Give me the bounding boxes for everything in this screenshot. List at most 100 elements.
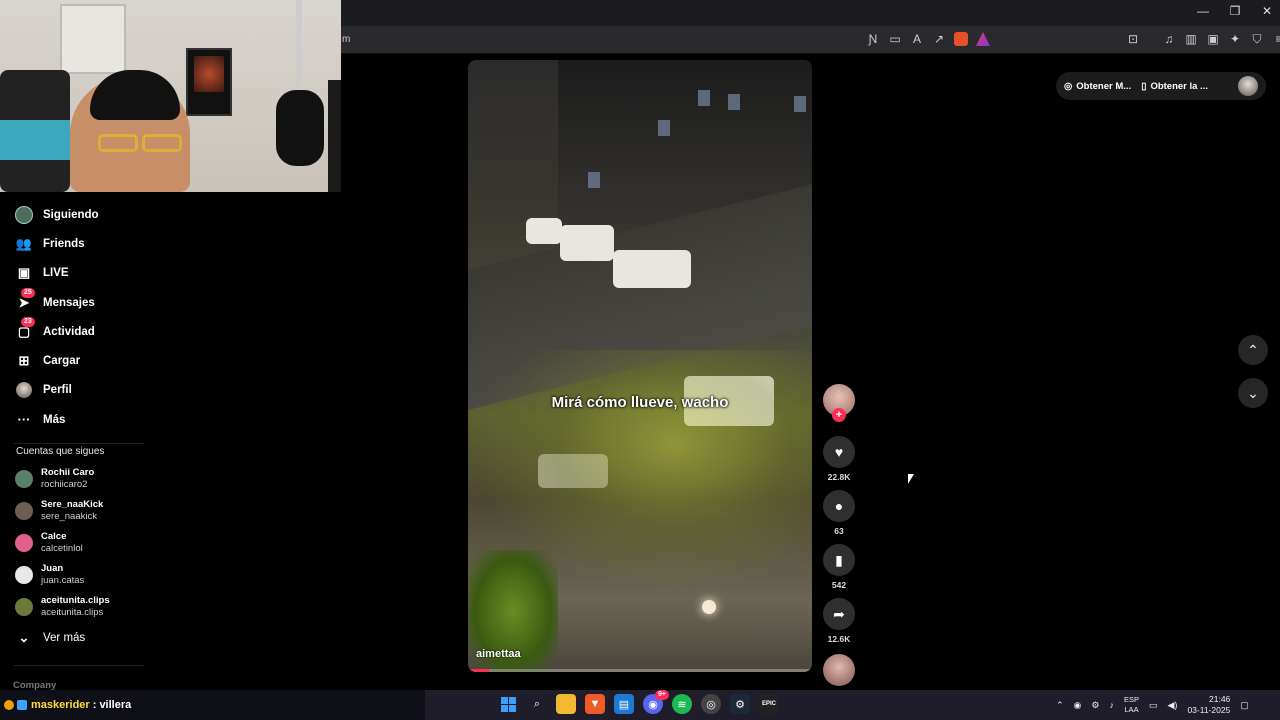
video-author[interactable]: aimettaa <box>476 648 521 660</box>
tab-search-icon[interactable]: ⊡ <box>1126 32 1140 46</box>
sidebar-toggle-icon[interactable]: ▥ <box>1184 32 1198 46</box>
start-icon[interactable] <box>498 694 518 714</box>
music-disc-avatar[interactable] <box>823 654 855 686</box>
wall-poster <box>186 48 232 116</box>
top-actions-pill: ◎ Obtener M... ▯ Obtener la ... <box>1056 72 1266 100</box>
address-bar[interactable]: m <box>342 34 350 45</box>
close-button[interactable]: ✕ <box>1260 4 1274 18</box>
comment-button[interactable]: ● <box>823 490 855 522</box>
see-more-button[interactable]: ⌄ Ver más <box>0 623 170 652</box>
sidebar-item-perfil[interactable]: Perfil <box>0 376 170 405</box>
video-player[interactable]: Mirá cómo llueve, wacho aimettaa <box>468 60 812 672</box>
volume-icon[interactable]: ◀) <box>1168 700 1178 711</box>
account-name: Calce <box>41 531 67 543</box>
minimize-button[interactable]: — <box>1196 4 1210 18</box>
profile-avatar[interactable] <box>1238 76 1258 96</box>
monitor-edge <box>328 80 341 192</box>
following-account[interactable]: Calce calcetinlol <box>0 527 170 559</box>
avatar <box>15 502 33 521</box>
cast-icon[interactable]: ▭ <box>888 32 902 46</box>
video-progress-fill <box>468 669 489 672</box>
like-button[interactable]: ♥ <box>823 436 855 468</box>
photos-icon[interactable]: ▤ <box>614 694 634 714</box>
sidebar-item-live[interactable]: ▣ LIVE <box>0 259 170 288</box>
discord-tray-icon[interactable]: ◉ <box>1074 700 1082 711</box>
spotify-icon[interactable]: ≋ <box>672 694 692 714</box>
video-progress-bar[interactable] <box>468 669 812 672</box>
previous-video-button[interactable]: ⌃ <box>1238 335 1268 365</box>
epic-icon[interactable]: EPIC <box>759 694 779 714</box>
translate-icon[interactable]: A <box>910 32 924 46</box>
mic-icon[interactable]: ♪ <box>1109 700 1114 710</box>
sidebar-item-siguiendo[interactable]: Siguiendo <box>0 200 170 229</box>
chrome-icon[interactable]: ◎ <box>701 694 721 714</box>
search-icon[interactable]: ⌕ <box>527 694 547 714</box>
wallet-icon[interactable]: ▣ <box>1206 32 1220 46</box>
sidebar-item-cargar[interactable]: ⊞ Cargar <box>0 346 170 375</box>
maximize-button[interactable]: ❐ <box>1228 4 1242 18</box>
get-coins-button[interactable]: ◎ Obtener M... <box>1064 81 1131 92</box>
webcam-overlay <box>0 0 341 192</box>
share-arrow-icon: ➦ <box>833 605 845 622</box>
sidebar-item-label: Mensajes <box>43 296 95 309</box>
account-name: Rochii Caro <box>41 467 95 479</box>
steam-icon[interactable]: ⚙ <box>730 694 750 714</box>
discord-icon[interactable]: ◉ 9+ <box>643 690 669 714</box>
upload-icon: ⊞ <box>18 353 30 369</box>
share-button[interactable]: ➦ <box>823 598 855 630</box>
save-button[interactable]: ▮ <box>823 544 855 576</box>
clock-time: 21:46 <box>1209 694 1231 704</box>
notification-icon[interactable]: ▢ <box>1240 700 1249 711</box>
tray-overflow-icon[interactable]: ⌃ <box>1056 700 1064 711</box>
media-icon[interactable]: ♫ <box>1162 32 1176 46</box>
video-car <box>613 250 691 288</box>
see-more-label: Ver más <box>43 632 86 645</box>
heart-icon: ♥ <box>834 444 844 460</box>
sidebar-item-mas[interactable]: ··· Más <box>0 405 170 434</box>
sidebar-item-mensajes[interactable]: ➤ 25 Mensajes <box>0 287 170 317</box>
page-toolbar: Ɲ ▭ A ↗ <box>866 32 990 46</box>
steam-tray-icon[interactable]: ⚙ <box>1091 700 1099 711</box>
more-icon: ··· <box>17 412 31 428</box>
clock[interactable]: 21:46 03-11-2025 <box>1187 694 1230 716</box>
comment-count: 63 <box>834 526 844 536</box>
badge-icon <box>4 700 14 710</box>
following-section-title: Cuentas que sigues <box>16 446 105 458</box>
sidebar-item-label: Siguiendo <box>43 208 99 221</box>
sidebar-item-label: Más <box>43 413 66 426</box>
share-icon[interactable]: ↗ <box>932 32 946 46</box>
following-account[interactable]: aceitunita.clips aceitunita.clips <box>0 591 170 623</box>
account-handle: rochiicaro2 <box>41 479 88 491</box>
creator-avatar[interactable]: + <box>823 384 855 422</box>
chevron-down-icon: ⌄ <box>1247 384 1259 401</box>
divider <box>14 443 144 444</box>
messages-badge: 25 <box>21 287 35 298</box>
vpn-shield-icon[interactable]: ⛉ <box>1250 32 1264 46</box>
account-name: Juan <box>41 563 64 575</box>
reader-icon[interactable]: Ɲ <box>866 32 880 46</box>
account-name: aceitunita.clips <box>41 595 110 607</box>
account-handle: calcetinlol <box>41 543 83 555</box>
explorer-icon[interactable] <box>556 694 576 714</box>
video-car <box>526 218 562 244</box>
keyboard-layout: LAA <box>1124 705 1139 714</box>
video-streetlamp <box>702 600 716 614</box>
account-handle: juan.catas <box>41 575 85 587</box>
stream-chat-overlay: maskerider : villera <box>0 690 425 720</box>
sidebar-item-actividad[interactable]: ▢ 23 Actividad <box>0 316 170 346</box>
brave-rewards-icon[interactable] <box>976 32 990 46</box>
brave-shield-icon[interactable] <box>954 32 968 46</box>
get-app-button[interactable]: ▯ Obtener la ... <box>1141 81 1208 92</box>
follow-plus-icon[interactable]: + <box>832 408 846 422</box>
chat-username: maskerider <box>31 699 90 711</box>
language-indicator[interactable]: ESP LAA <box>1124 695 1139 715</box>
network-icon[interactable]: ▭ <box>1149 700 1158 711</box>
sidebar-item-friends[interactable]: 👥 Friends <box>0 229 170 258</box>
following-account[interactable]: Rochii Caro rochiicaro2 <box>0 463 170 495</box>
following-account[interactable]: Juan juan.catas <box>0 559 170 591</box>
following-account[interactable]: Sere_naaKick sere_naakick <box>0 495 170 527</box>
leo-ai-icon[interactable]: ✦ <box>1228 32 1242 46</box>
menu-icon[interactable]: ≡ <box>1272 32 1280 46</box>
brave-icon[interactable]: ▼ <box>585 694 605 714</box>
next-video-button[interactable]: ⌄ <box>1238 378 1268 408</box>
